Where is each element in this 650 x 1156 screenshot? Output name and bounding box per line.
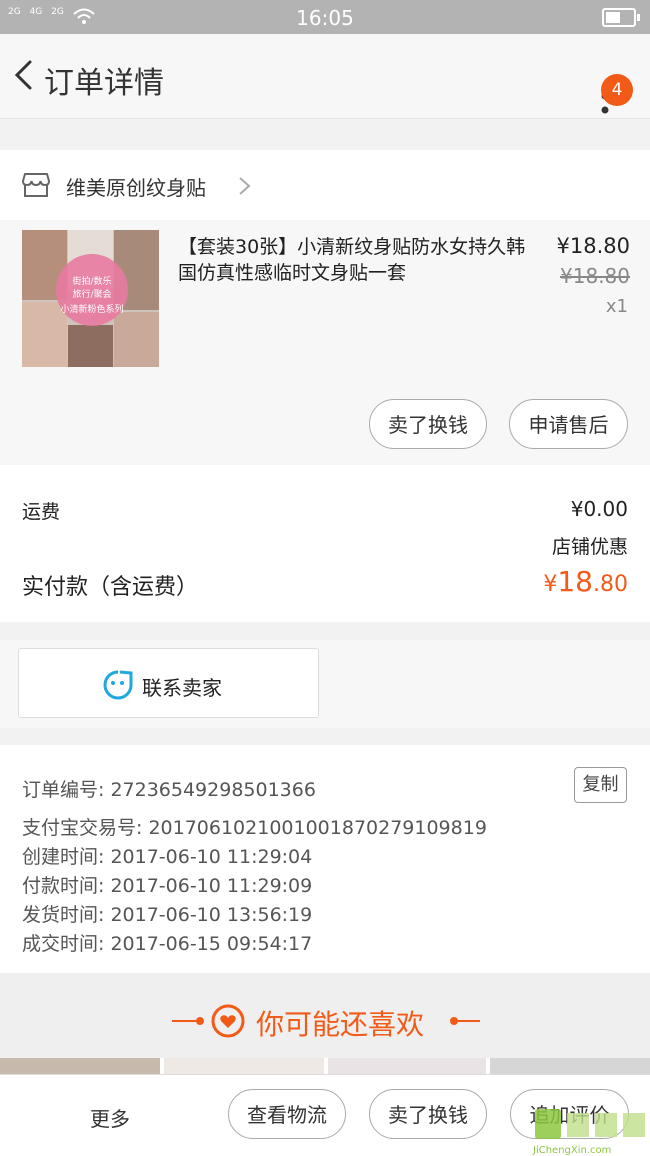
- store-row[interactable]: 维美原创纹身贴: [0, 150, 650, 220]
- battery-icon: [602, 8, 640, 27]
- chat-smiley-icon: [103, 670, 133, 700]
- back-arrow-icon[interactable]: [12, 60, 34, 90]
- product-title[interactable]: 【套装30张】小清新纹身贴防水女持久韩国仿真性感临时文身贴一套: [178, 234, 528, 286]
- original-price: ¥18.80: [560, 264, 630, 288]
- fee-summary: 运费 ¥0.00 店铺优惠 实付款（含运费） ¥18.80: [0, 465, 650, 622]
- watermark-text: JiChengXin.com: [533, 1145, 612, 1156]
- copy-button[interactable]: 复制: [574, 767, 627, 803]
- product-price: ¥18.80: [556, 234, 630, 258]
- shipped-time: 发货时间: 2017-06-10 13:56:19: [22, 904, 313, 926]
- total-currency: ¥: [543, 572, 558, 597]
- view-logistics-button[interactable]: 查看物流: [228, 1089, 346, 1139]
- order-info: 订单编号: 27236549298501366 复制 支付宝交易号: 20170…: [0, 745, 650, 973]
- paid-time: 付款时间: 2017-06-10 11:29:09: [22, 875, 313, 897]
- thumb-caption-1: 街拍/数乐: [72, 277, 112, 287]
- page-title: 订单详情: [44, 66, 164, 101]
- heart-icon: [211, 1004, 245, 1038]
- recommendation-thumbnails: [0, 1058, 650, 1074]
- product-item[interactable]: 街拍/数乐 旅行/聚会 小清新粉色系列 【套装30张】小清新纹身贴防水女持久韩国…: [0, 220, 650, 465]
- order-number: 订单编号: 27236549298501366: [22, 779, 316, 801]
- sell-for-cash-button-bottom[interactable]: 卖了换钱: [369, 1089, 487, 1139]
- thumb-caption-3: 小清新粉色系列: [60, 305, 124, 315]
- divider-dot-left: [196, 1017, 204, 1025]
- product-thumbnail[interactable]: 街拍/数乐 旅行/聚会 小清新粉色系列: [22, 230, 159, 367]
- navigation-bar: 订单详情 4: [0, 34, 650, 119]
- recommendation-title: 你可能还喜欢: [256, 1008, 425, 1041]
- completed-time: 成交时间: 2017-06-15 09:54:17: [22, 933, 313, 955]
- total-integer: 18: [557, 565, 593, 598]
- more-button[interactable]: 更多: [90, 1103, 130, 1132]
- store-discount-label: 店铺优惠: [551, 536, 628, 558]
- shipping-label: 运费: [22, 501, 61, 523]
- recommendation-thumbnail[interactable]: [164, 1058, 324, 1074]
- store-icon: [22, 173, 50, 197]
- recommendation-header: 你可能还喜欢: [0, 973, 650, 1058]
- total-paid-label: 实付款（含运费）: [22, 575, 199, 600]
- apply-aftersale-button[interactable]: 申请售后: [509, 399, 628, 449]
- alipay-trade-number: 支付宝交易号: 2017061021001001870279109819: [22, 817, 487, 839]
- status-bar: 2G 4G 2G 16:05: [0, 0, 650, 34]
- clock: 16:05: [296, 6, 354, 30]
- contact-seller-button[interactable]: 联系卖家: [18, 648, 319, 718]
- contact-seller-label: 联系卖家: [142, 676, 222, 700]
- shipping-value: ¥0.00: [570, 497, 628, 521]
- total-decimal: .80: [593, 572, 628, 597]
- watermark-logo: [535, 1109, 645, 1139]
- recommendation-thumbnail[interactable]: [0, 1058, 160, 1074]
- recommendation-thumbnail[interactable]: [490, 1058, 650, 1074]
- notification-badge: 4: [601, 74, 633, 106]
- created-time: 创建时间: 2017-06-10 11:29:04: [22, 846, 313, 868]
- thumb-caption-2: 旅行/聚会: [72, 290, 112, 300]
- recommendation-thumbnail[interactable]: [328, 1058, 486, 1074]
- site-watermark: JiChengXin.com: [533, 1107, 649, 1156]
- chevron-right-icon: [239, 177, 251, 195]
- sell-for-cash-button[interactable]: 卖了换钱: [369, 399, 487, 449]
- store-name: 维美原创纹身贴: [66, 176, 206, 200]
- total-paid-value: ¥18.80: [543, 565, 628, 598]
- divider-line-right: [452, 1020, 480, 1022]
- product-quantity: x1: [605, 296, 628, 317]
- contact-section: 联系卖家: [0, 640, 650, 728]
